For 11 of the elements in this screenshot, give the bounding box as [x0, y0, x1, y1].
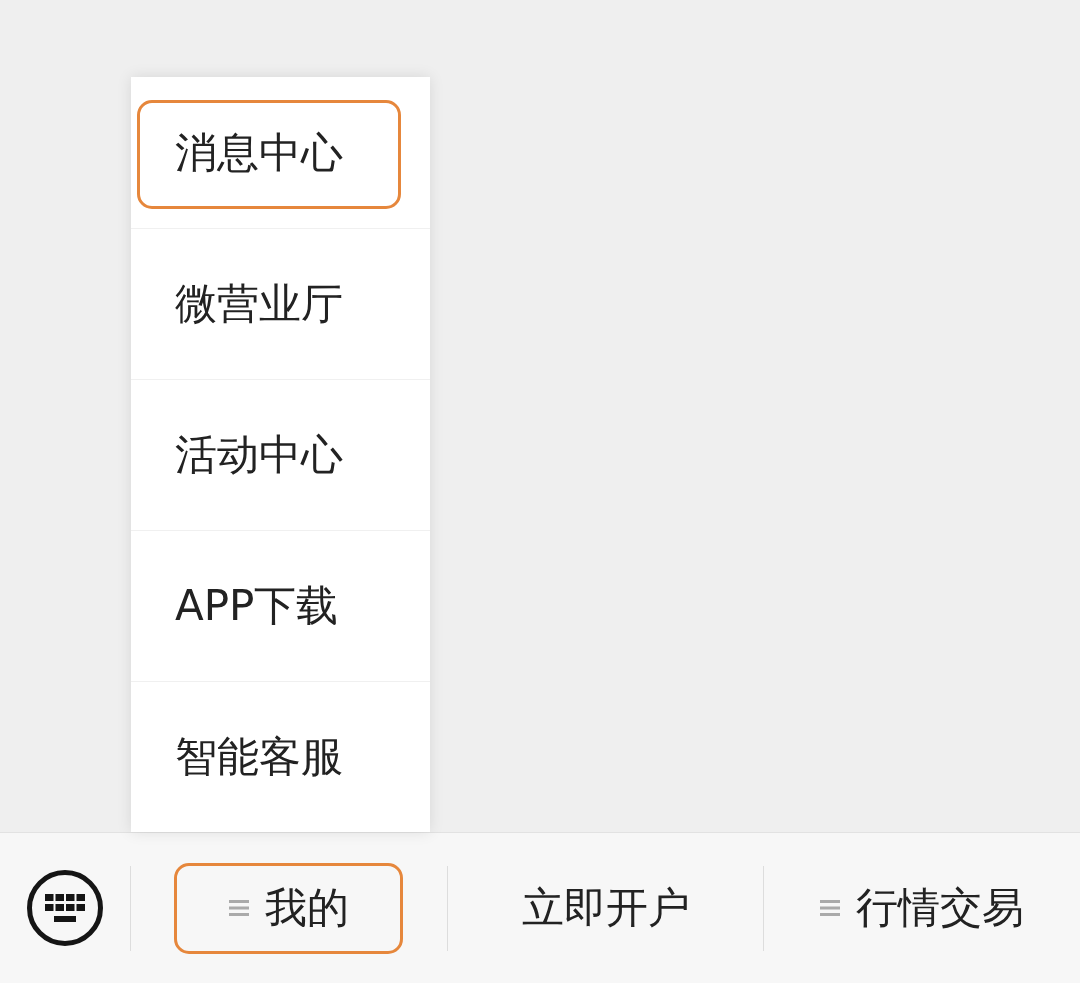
menu-icon [820, 900, 841, 916]
menu-item[interactable]: 消息中心 [131, 77, 430, 228]
nav-tab[interactable]: 立即开户 [447, 833, 764, 983]
menu-item[interactable]: 活动中心 [131, 379, 430, 530]
menu-item[interactable]: 微营业厅 [131, 228, 430, 379]
keyboard-icon[interactable] [27, 870, 103, 946]
nav-tab[interactable]: 行情交易 [764, 833, 1080, 983]
menu-item[interactable]: 智能客服 [131, 681, 430, 832]
menu-item[interactable]: APP下载 [131, 530, 430, 681]
menu-icon [228, 900, 249, 916]
nav-tab[interactable]: 我的 [131, 833, 447, 983]
